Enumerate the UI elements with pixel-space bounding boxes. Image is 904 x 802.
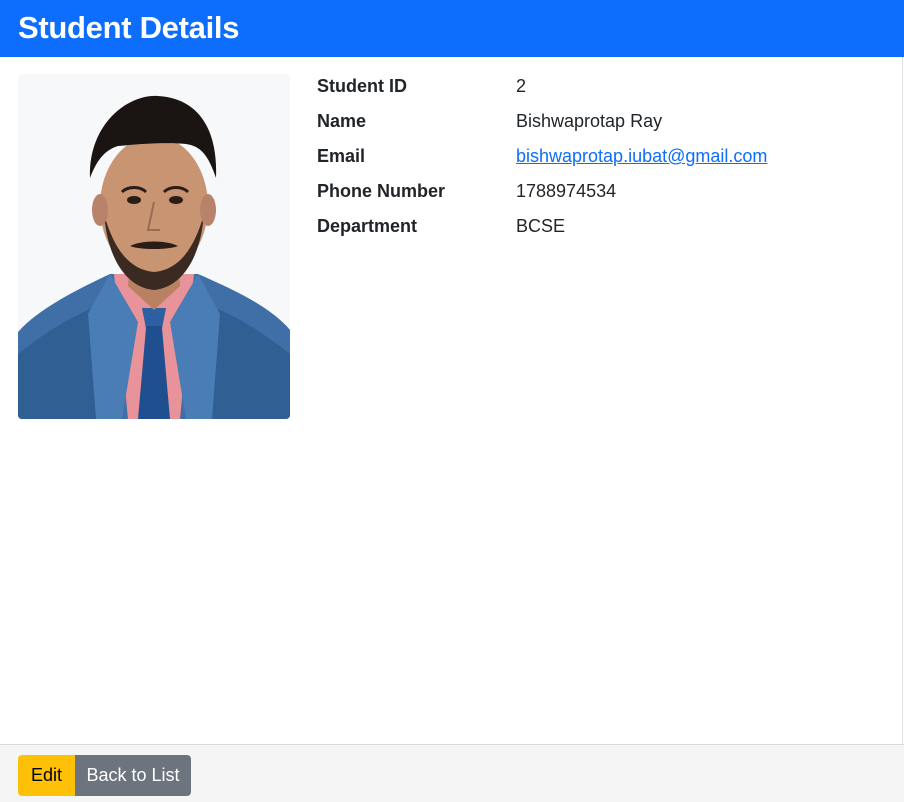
detail-row-department: Department BCSE <box>317 212 877 247</box>
student-details-list: Student ID 2 Name Bishwaprotap Ray Email… <box>317 72 877 247</box>
email-label: Email <box>317 146 366 166</box>
student-id-value: 2 <box>516 76 527 96</box>
detail-row-email: Email bishwaprotap.iubat@gmail.com <box>317 142 877 177</box>
department-value: BCSE <box>516 216 566 236</box>
edit-button[interactable]: Edit <box>18 755 75 796</box>
department-label: Department <box>317 216 418 236</box>
detail-row-name: Name Bishwaprotap Ray <box>317 107 877 142</box>
student-details-card: Student Details Student ID 2 Name Bishwa… <box>0 0 904 802</box>
phone-value: 1788974534 <box>516 181 617 201</box>
card-header: Student Details <box>0 0 904 57</box>
student-photo <box>18 74 290 419</box>
email-link[interactable]: bishwaprotap.iubat@gmail.com <box>516 146 767 166</box>
phone-label: Phone Number <box>317 181 446 201</box>
name-label: Name <box>317 111 367 131</box>
email-value: bishwaprotap.iubat@gmail.com <box>516 146 767 167</box>
student-id-label: Student ID <box>317 76 407 96</box>
detail-row-phone: Phone Number 1788974534 <box>317 177 877 212</box>
card-footer: Edit Back to List <box>0 744 904 802</box>
back-to-list-button[interactable]: Back to List <box>75 755 191 796</box>
student-photo-icon <box>18 74 290 419</box>
page-title: Student Details <box>18 10 240 45</box>
name-value: Bishwaprotap Ray <box>516 111 663 131</box>
detail-row-student-id: Student ID 2 <box>317 72 877 107</box>
